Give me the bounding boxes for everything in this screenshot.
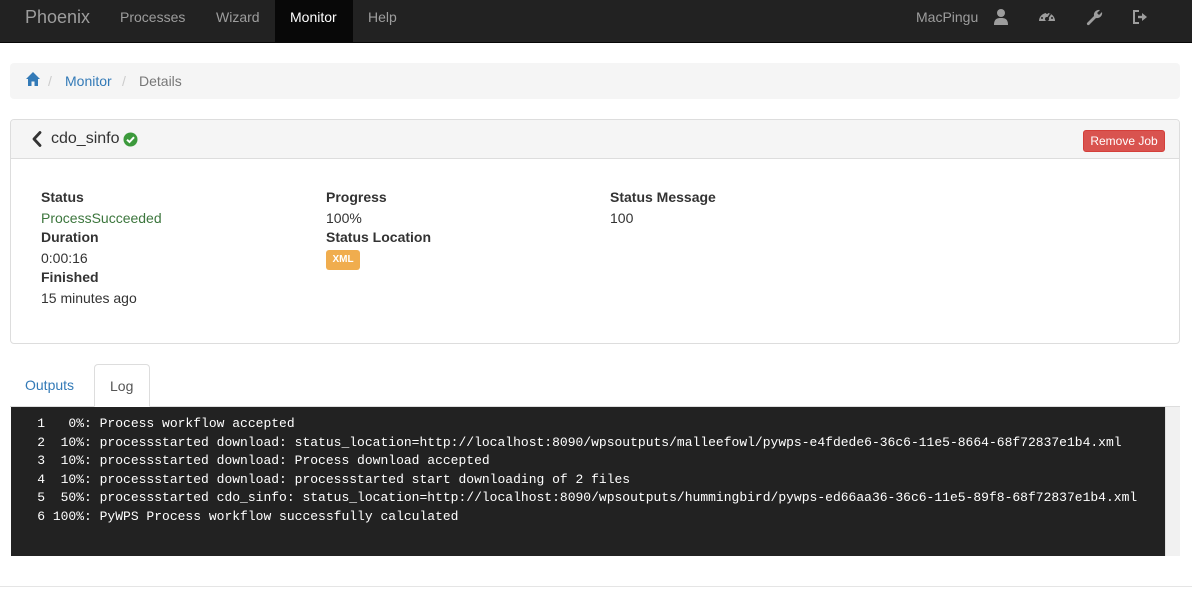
job-tabs: Outputs Log xyxy=(10,364,1180,407)
log-line-number: 1 xyxy=(37,416,45,431)
log-line-text: 10%: processstarted download: processsta… xyxy=(52,471,631,487)
log-line-number: 6 xyxy=(37,508,45,524)
breadcrumb-separator: / xyxy=(122,73,126,89)
nav-wizard[interactable]: Wizard xyxy=(201,0,275,42)
nav-user-name[interactable]: MacPingu xyxy=(916,0,978,34)
status-message-value: 100 xyxy=(610,210,634,226)
log-line: 2 10%: processstarted download: status_l… xyxy=(21,434,1161,453)
status-label: Status xyxy=(41,189,84,205)
tab-log[interactable]: Log xyxy=(94,364,150,407)
log-line-text: 50%: processstarted cdo_sinfo: status_lo… xyxy=(52,490,1138,505)
nav-help[interactable]: Help xyxy=(353,0,412,42)
log-line: 5 50%: processstarted cdo_sinfo: status_… xyxy=(21,489,1161,508)
status-value: ProcessSucceeded xyxy=(41,210,162,226)
duration-label: Duration xyxy=(41,229,99,245)
remove-job-button[interactable]: Remove Job xyxy=(1083,130,1165,152)
log-line-text: 10%: processstarted download: Process do… xyxy=(52,453,490,468)
log-lines: 1 0%: Process workflow accepted 2 10%: pr… xyxy=(21,415,1161,526)
log-line-text: 100%: PyWPS Process workflow successfull… xyxy=(52,508,459,524)
finished-label: Finished xyxy=(41,269,99,285)
home-icon[interactable] xyxy=(25,71,41,90)
breadcrumb-details: Details xyxy=(139,73,182,89)
job-panel-heading: cdo_sinfo Remove Job xyxy=(11,120,1179,159)
log-line: 3 10%: processstarted download: Process … xyxy=(21,452,1161,471)
log-line-number: 5 xyxy=(37,490,45,505)
tab-outputs[interactable]: Outputs xyxy=(10,364,89,407)
log-scrollbar[interactable] xyxy=(1165,407,1180,556)
sign-out-icon[interactable] xyxy=(1132,8,1150,26)
log-line: 4 10%: processstarted download: processs… xyxy=(21,471,1161,490)
log-panel: 1 0%: Process workflow accepted 2 10%: pr… xyxy=(11,407,1180,556)
status-message-label: Status Message xyxy=(610,189,716,205)
progress-value: 100% xyxy=(326,210,362,226)
log-line-number: 4 xyxy=(37,471,45,487)
footer-divider xyxy=(0,586,1192,587)
brand-link[interactable]: Phoenix xyxy=(25,6,90,28)
progress-label: Progress xyxy=(326,189,387,205)
duration-value: 0:00:16 xyxy=(41,250,88,266)
log-line-text: 0%: Process workflow accepted xyxy=(52,416,295,431)
log-line: 1 0%: Process workflow accepted xyxy=(21,415,1161,434)
status-location-xml-badge[interactable]: XML xyxy=(326,250,360,270)
dashboard-icon[interactable] xyxy=(1038,8,1056,26)
wrench-icon[interactable] xyxy=(1086,8,1104,26)
log-line-number: 2 xyxy=(37,434,45,450)
check-circle-icon xyxy=(123,132,138,147)
log-line: 6 100%: PyWPS Process workflow successfu… xyxy=(21,508,1161,527)
finished-value: 15 minutes ago xyxy=(41,290,137,306)
user-icon[interactable] xyxy=(993,8,1011,26)
navbar: Phoenix Processes Wizard Monitor Help Ma… xyxy=(0,0,1192,43)
status-location-label: Status Location xyxy=(326,229,432,245)
nav-monitor[interactable]: Monitor xyxy=(275,0,353,42)
nav-processes[interactable]: Processes xyxy=(105,0,200,42)
job-title: cdo_sinfo xyxy=(51,130,120,147)
log-line-text: 10%: processstarted download: status_loc… xyxy=(52,434,1122,450)
job-panel: cdo_sinfo Remove Job Status ProcessSucce… xyxy=(10,119,1180,344)
breadcrumb-monitor[interactable]: Monitor xyxy=(65,63,112,99)
breadcrumb: / Monitor / Details xyxy=(10,63,1180,99)
log-line-number: 3 xyxy=(37,453,45,468)
chevron-left-icon[interactable] xyxy=(31,131,43,147)
breadcrumb-separator: / xyxy=(48,73,52,89)
